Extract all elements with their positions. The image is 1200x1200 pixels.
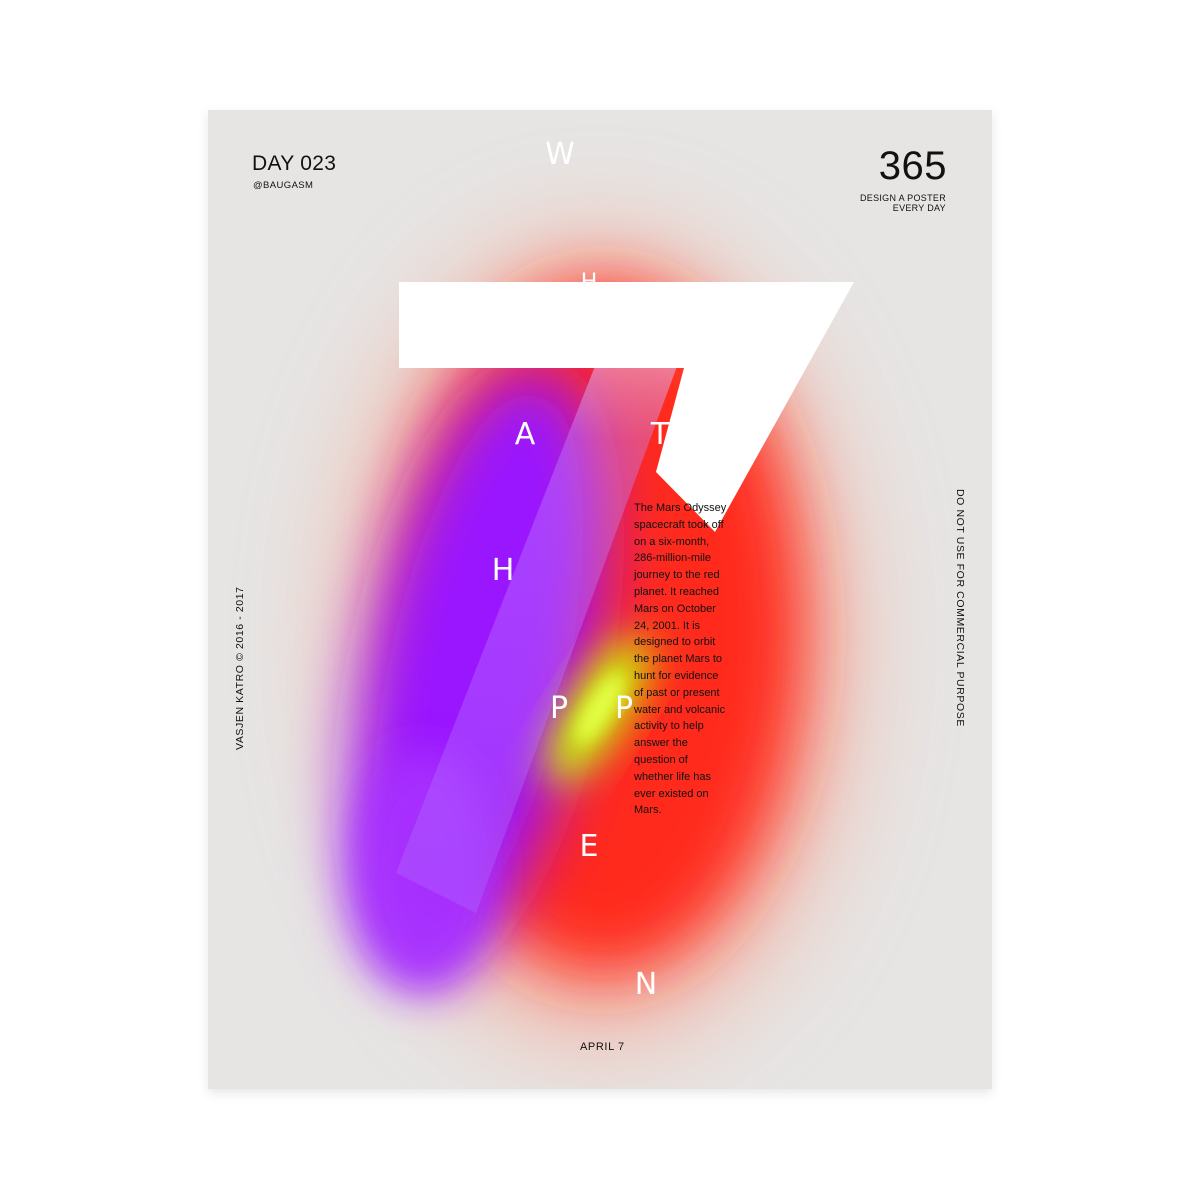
headline-letter-h: H xyxy=(491,553,515,588)
body-line: activity to help xyxy=(634,720,704,733)
page-background: DAY 023 @BAUGASM 365 DESIGN A POSTER EVE… xyxy=(0,0,1200,1200)
headline-letter-e: E xyxy=(579,829,599,864)
headline-letter-h-hidden: H xyxy=(574,268,604,282)
poster: DAY 023 @BAUGASM 365 DESIGN A POSTER EVE… xyxy=(208,110,992,1089)
body-line: The Mars Odyssey xyxy=(634,502,727,514)
headline-letter-w: W xyxy=(545,137,575,172)
headline-letter-p-1: P xyxy=(549,691,569,726)
headline-letter-n: N xyxy=(634,967,658,1002)
body-paragraph: The Mars Odyssey spacecraft took off on … xyxy=(634,500,754,819)
body-line: of past or present xyxy=(634,686,720,699)
body-line: Mars on October xyxy=(634,602,716,615)
headline-letter-a: A xyxy=(514,417,536,452)
author-handle: @BAUGASM xyxy=(253,180,314,191)
body-line: 24, 2001. It is xyxy=(634,619,701,632)
body-line: planet. It reached xyxy=(634,585,720,598)
body-line: Mars. xyxy=(634,804,662,817)
body-line: question of xyxy=(634,753,688,766)
author-credit: VASJEN KATRO © 2016 - 2017 xyxy=(234,586,246,750)
body-line: the planet Mars to xyxy=(634,653,723,666)
usage-note: DO NOT USE FOR COMMERCIAL PURPOSE xyxy=(954,489,966,727)
poster-artwork xyxy=(348,240,854,1040)
body-line: on a six-month, xyxy=(634,535,710,548)
series-tagline-line-2: EVERY DAY xyxy=(892,203,946,213)
body-line: spacecraft took off xyxy=(634,518,724,531)
body-line: hunt for evidence xyxy=(634,669,719,682)
headline-letter-t: T xyxy=(650,417,670,452)
body-line: ever existed on xyxy=(634,787,709,800)
body-line: 286-million-mile xyxy=(634,552,712,565)
body-line: answer the xyxy=(634,737,688,750)
day-label: DAY 023 xyxy=(252,152,337,175)
body-line: journey to the red xyxy=(634,569,720,582)
body-line: whether life has xyxy=(634,770,712,783)
body-line: water and volcanic xyxy=(634,703,726,716)
body-line: designed to orbit xyxy=(634,636,716,649)
series-tagline-line-1: DESIGN A POSTER xyxy=(859,193,946,203)
date-label: APRIL 7 xyxy=(580,1041,625,1053)
series-number: 365 xyxy=(878,144,947,188)
